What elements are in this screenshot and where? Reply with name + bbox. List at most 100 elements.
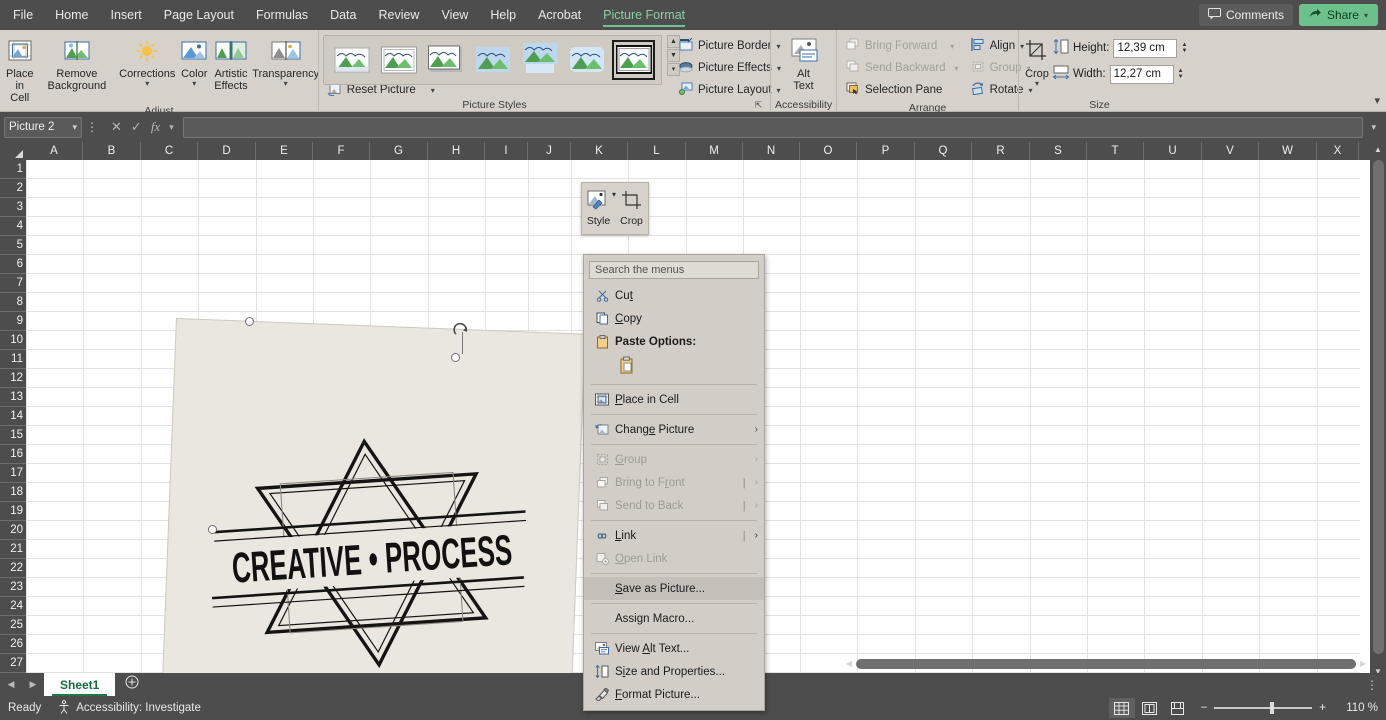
row-header-8[interactable]: 8	[0, 293, 26, 312]
ribbon-tab-page-layout[interactable]: Page Layout	[155, 3, 243, 28]
zoom-in-button[interactable]: +	[1319, 702, 1326, 714]
width-stepper[interactable]: ▲ ▼	[1178, 68, 1184, 80]
ribbon-tab-picture-format[interactable]: Picture Format	[594, 3, 694, 28]
chevron-down-icon[interactable]: ▾	[145, 80, 149, 88]
stepper-down-icon[interactable]: ▼	[1178, 74, 1184, 80]
rotate-handle[interactable]	[452, 322, 470, 340]
column-header-C[interactable]: C	[141, 142, 198, 160]
alt-text-button[interactable]: Alt Text	[775, 33, 832, 92]
sheet-nav-prev[interactable]: ◀	[0, 673, 22, 696]
horizontal-scroll-thumb[interactable]	[856, 659, 1356, 669]
column-header-G[interactable]: G	[370, 142, 428, 160]
picture-style-5[interactable]	[519, 41, 560, 79]
send-backward-button[interactable]: Send Backward ▾	[841, 57, 964, 79]
scroll-left-icon[interactable]: ◀	[842, 656, 856, 672]
add-sheet-button[interactable]	[115, 673, 149, 696]
ribbon-tab-review[interactable]: Review	[369, 3, 428, 28]
row-header-15[interactable]: 15	[0, 426, 26, 445]
picture-style-7[interactable]	[612, 40, 655, 80]
row-header-5[interactable]: 5	[0, 236, 26, 255]
row-header-24[interactable]: 24	[0, 597, 26, 616]
resize-handle-top-left[interactable]	[245, 317, 254, 326]
selection-pane-button[interactable]: Selection Pane	[841, 79, 964, 101]
column-header-P[interactable]: P	[857, 142, 915, 160]
scroll-up-icon[interactable]: ▲	[1370, 142, 1386, 158]
row-header-9[interactable]: 9	[0, 312, 26, 331]
row-header-16[interactable]: 16	[0, 445, 26, 464]
row-header-14[interactable]: 14	[0, 407, 26, 426]
menu-item-format-picture[interactable]: Format Picture...	[584, 683, 764, 706]
page-break-view-button[interactable]	[1165, 698, 1191, 718]
column-header-Q[interactable]: Q	[915, 142, 972, 160]
resize-handle-top-middle[interactable]	[451, 353, 460, 362]
mini-style-button[interactable]: Style	[582, 183, 615, 234]
row-header-7[interactable]: 7	[0, 274, 26, 293]
color-button[interactable]: Color ▾	[178, 33, 210, 88]
row-header-27[interactable]: 27	[0, 654, 26, 673]
row-header-3[interactable]: 3	[0, 198, 26, 217]
column-header-V[interactable]: V	[1202, 142, 1259, 160]
formula-input[interactable]	[182, 116, 1364, 138]
picture-object[interactable]: CREATIVE • PROCESS	[159, 318, 586, 680]
row-header-21[interactable]: 21	[0, 540, 26, 559]
row-header-17[interactable]: 17	[0, 464, 26, 483]
scroll-right-icon[interactable]: ▶	[1356, 656, 1370, 672]
name-box[interactable]: Picture 2 ▾	[4, 116, 82, 138]
enter-icon[interactable]: ✓	[131, 119, 142, 135]
row-header-6[interactable]: 6	[0, 255, 26, 274]
resize-handle-middle-left[interactable]	[208, 525, 217, 534]
menu-item-view-alt-text[interactable]: View Alt Text...	[584, 637, 764, 660]
column-header-S[interactable]: S	[1030, 142, 1087, 160]
formula-bar-menu-icon[interactable]: ⋮	[82, 120, 102, 134]
column-header-M[interactable]: M	[686, 142, 743, 160]
ribbon-tab-view[interactable]: View	[432, 3, 477, 28]
row-header-19[interactable]: 19	[0, 502, 26, 521]
picture-style-3[interactable]	[425, 41, 466, 79]
remove-background-button[interactable]: Remove Background	[46, 33, 109, 92]
row-header-20[interactable]: 20	[0, 521, 26, 540]
row-header-10[interactable]: 10	[0, 331, 26, 350]
row-header-2[interactable]: 2	[0, 179, 26, 198]
column-header-T[interactable]: T	[1087, 142, 1144, 160]
menu-item-assign-macro[interactable]: Assign Macro...	[584, 607, 764, 630]
menu-search-input[interactable]: Search the menus	[589, 261, 759, 279]
ribbon-tab-data[interactable]: Data	[321, 3, 365, 28]
mini-crop-button[interactable]: Crop	[615, 183, 648, 234]
column-header-B[interactable]: B	[83, 142, 141, 160]
menu-item-open-link[interactable]: Open Link	[584, 547, 764, 570]
formula-bar-expand-icon[interactable]: ▾	[1365, 122, 1382, 133]
chevron-down-icon[interactable]: ▾	[169, 122, 174, 133]
chevron-down-icon[interactable]: ▾	[72, 122, 77, 133]
menu-item-cut[interactable]: Cut	[584, 284, 764, 307]
menu-item-place-in-cell[interactable]: Place in Cell	[584, 388, 764, 411]
picture-style-2[interactable]	[378, 41, 419, 79]
column-header-J[interactable]: J	[528, 142, 571, 160]
fx-icon[interactable]: fx	[151, 119, 160, 135]
ribbon-tab-home[interactable]: Home	[46, 3, 97, 28]
vertical-scroll-thumb[interactable]	[1373, 160, 1384, 654]
height-stepper[interactable]: ▲ ▼	[1181, 42, 1187, 54]
menu-item-change-picture[interactable]: Change Picture ›	[584, 418, 764, 441]
bring-forward-button[interactable]: Bring Forward ▾	[841, 35, 964, 57]
column-header-A[interactable]: A	[26, 142, 83, 160]
picture-style-1[interactable]	[331, 41, 372, 79]
column-header-F[interactable]: F	[313, 142, 370, 160]
picture-style-6[interactable]	[566, 41, 607, 79]
sheet-nav-next[interactable]: ▶	[22, 673, 44, 696]
sheet-bar-menu-icon[interactable]: ⋮	[1366, 678, 1386, 692]
menu-item-copy[interactable]: Copy	[584, 307, 764, 330]
row-header-12[interactable]: 12	[0, 369, 26, 388]
row-header-18[interactable]: 18	[0, 483, 26, 502]
ribbon-tab-formulas[interactable]: Formulas	[247, 3, 317, 28]
horizontal-scrollbar[interactable]: ◀ ▶	[842, 656, 1370, 672]
row-header-22[interactable]: 22	[0, 559, 26, 578]
row-header-23[interactable]: 23	[0, 578, 26, 597]
comments-button[interactable]: Comments	[1198, 4, 1293, 26]
menu-item-bring-to-front[interactable]: Bring to Front | ›	[584, 471, 764, 494]
ribbon-tab-file[interactable]: File	[4, 3, 42, 28]
select-all-button[interactable]	[0, 142, 26, 160]
zoom-thumb[interactable]	[1270, 702, 1275, 714]
accessibility-status-button[interactable]: Accessibility: Investigate	[49, 699, 209, 717]
column-header-D[interactable]: D	[198, 142, 256, 160]
mini-style-chevron-icon[interactable]: ▾	[612, 190, 616, 199]
